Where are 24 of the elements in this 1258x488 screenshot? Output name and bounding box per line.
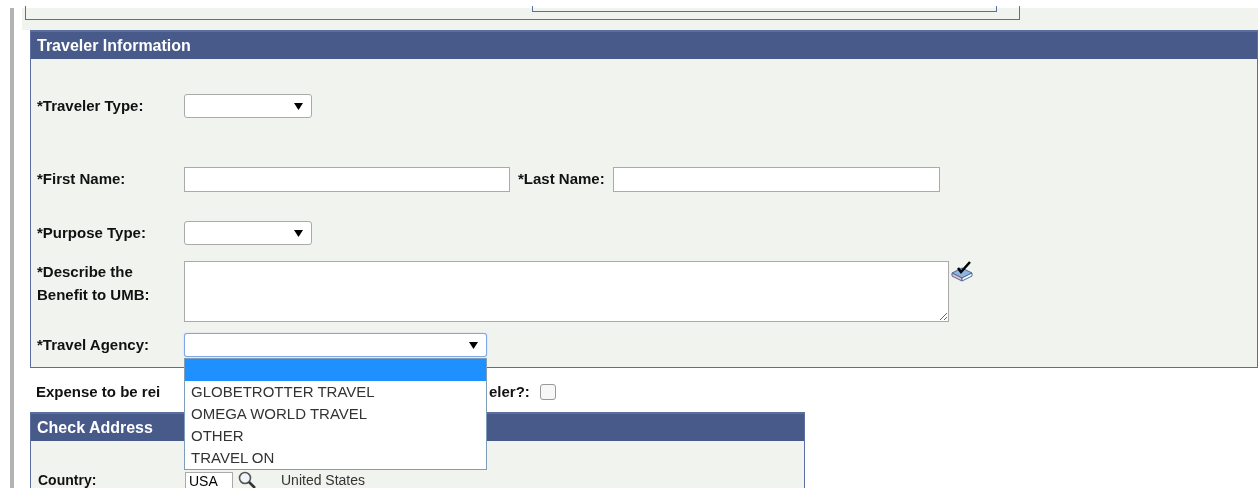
spell-check-icon[interactable]: [949, 261, 975, 285]
search-icon[interactable]: [237, 470, 257, 488]
section-header: Traveler Information: [31, 31, 1257, 59]
field-label: *Purpose Type:: [37, 222, 147, 243]
caret-icon: [294, 101, 303, 111]
select-field[interactable]: [184, 94, 312, 118]
field-label: *Traveler Type:: [37, 95, 145, 116]
country-name: United States: [281, 472, 366, 488]
text-field[interactable]: [612, 167, 940, 192]
field-label: *Describe the Benefit to UMB:: [37, 262, 151, 305]
text-field[interactable]: [184, 167, 510, 192]
field-label: *First Name:: [37, 169, 127, 190]
field-label: eler?:: [489, 381, 530, 402]
country-code-field[interactable]: USA: [185, 472, 233, 488]
field-label: Expense to be rei: [36, 382, 161, 400]
field-label: Country:: [38, 472, 98, 488]
caret-icon: [469, 340, 478, 350]
field-label: *Last Name:: [517, 169, 606, 190]
caret-icon: [294, 228, 303, 238]
select-field[interactable]: [184, 221, 312, 245]
checkbox[interactable]: [539, 384, 556, 400]
dropdown-option[interactable]: GLOBETROTTER TRAVEL: [185, 381, 486, 403]
field-label: *Travel Agency:: [37, 334, 150, 355]
dropdown-option[interactable]: TRAVEL ON: [185, 447, 486, 469]
